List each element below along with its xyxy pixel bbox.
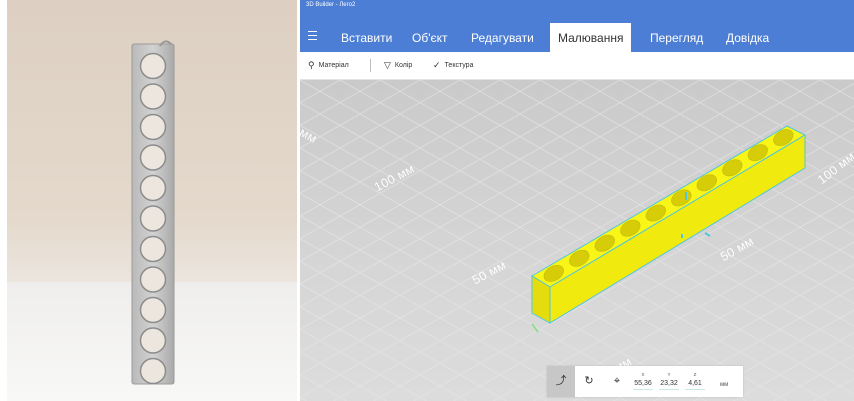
color-button[interactable]: ▽ Колір [384, 52, 412, 79]
brush-icon: ✓ [433, 60, 441, 70]
transform-bar: ⤴ ↻ ⌖ X 55,36 Y 23,32 Z 4,61 мм [547, 366, 743, 397]
move-icon: ⤴ [555, 375, 567, 387]
texture-label: Текстура [444, 62, 474, 69]
material-label: Матеріал [318, 62, 349, 69]
beam-hole [139, 144, 167, 171]
x-coordinate[interactable]: X 55,36 [631, 372, 655, 390]
beam-hole [139, 205, 167, 232]
scale-icon: ⌖ [613, 375, 621, 387]
hamburger-icon[interactable] [308, 28, 322, 44]
beam-hole [139, 52, 167, 80]
unit-label: мм [720, 382, 729, 388]
rotate-icon: ↻ [584, 375, 594, 387]
menu-view[interactable]: Перегляд [650, 20, 703, 52]
rotate-tool-button[interactable]: ↻ [575, 366, 603, 397]
beam-hole [139, 83, 167, 110]
y-underline [659, 389, 679, 390]
bucket-icon: ▽ [384, 60, 391, 70]
scale-tool-button[interactable]: ⌖ [603, 366, 631, 397]
window-title: 3D Builder - Лего2 [300, 0, 854, 20]
beam-hole [139, 113, 167, 141]
z-value: 4,61 [688, 380, 702, 387]
beam-hole [139, 357, 167, 385]
3d-viewport[interactable]: 0 мм 100 мм 50 мм 0 мм 50 мм 100 мм ⤴ ↻ … [300, 80, 854, 401]
menu-insert[interactable]: Вставити [341, 20, 392, 52]
texture-button[interactable]: ✓ Текстура [433, 52, 473, 79]
beam-hole [139, 235, 167, 263]
paint-toolbar: ⚲ Матеріал ▽ Колір ✓ Текстура [300, 52, 854, 80]
beam-hole [139, 327, 167, 354]
photo-printed-part [7, 0, 297, 401]
menu-bar: Вставити Об'єкт Редагувати Малювання Пер… [300, 20, 854, 52]
menu-paint[interactable]: Малювання [550, 23, 632, 52]
printed-beam-image [131, 40, 175, 385]
move-tool-button[interactable]: ⤴ [547, 366, 575, 397]
toolbar-separator [370, 59, 371, 72]
y-value: 23,32 [660, 380, 678, 387]
beam-hole [139, 296, 167, 324]
y-coordinate[interactable]: Y 23,32 [657, 372, 681, 390]
menu-object[interactable]: Об'єкт [412, 20, 448, 52]
material-button[interactable]: ⚲ Матеріал [308, 52, 349, 79]
menu-help[interactable]: Довідка [726, 20, 769, 52]
scene-grid [300, 80, 854, 401]
x-underline [633, 389, 653, 390]
beam-hole [139, 266, 167, 293]
beam-hole [139, 174, 167, 202]
color-label: Колір [394, 62, 413, 69]
app-window: 3D Builder - Лего2 Вставити Об'єкт Редаг… [300, 0, 854, 401]
material-icon: ⚲ [308, 60, 315, 70]
z-underline [685, 389, 705, 390]
x-value: 55,36 [634, 380, 652, 387]
z-coordinate[interactable]: Z 4,61 [683, 372, 707, 390]
menu-edit[interactable]: Редагувати [471, 20, 534, 52]
